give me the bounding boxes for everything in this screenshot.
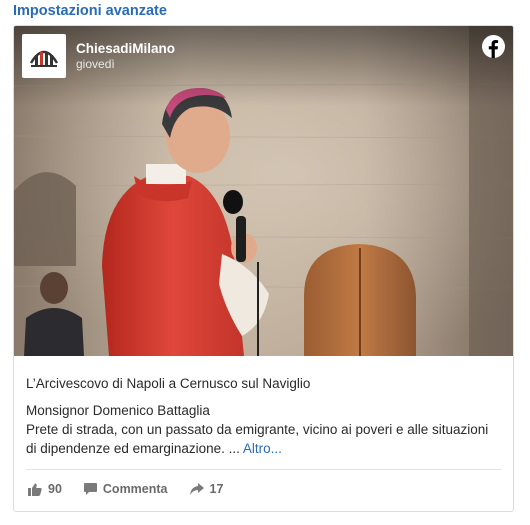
read-more-link[interactable]: Altro... xyxy=(243,441,282,456)
likes-count: 90 xyxy=(48,482,62,496)
post-page-header: ChiesadiMilano giovedì xyxy=(22,34,175,78)
share-button[interactable]: 17 xyxy=(189,482,224,496)
post-description: Prete di strada, con un passato da emigr… xyxy=(26,420,501,458)
post-actions: 90 Commenta 17 xyxy=(28,482,223,496)
facebook-icon[interactable] xyxy=(482,35,505,58)
social-post-card: ChiesadiMilano giovedì L’Arcivescovo di … xyxy=(13,25,514,512)
thumbs-up-icon xyxy=(28,483,42,496)
post-author: Monsignor Domenico Battaglia xyxy=(26,403,210,418)
advanced-settings-link[interactable]: Impostazioni avanzate xyxy=(13,3,167,19)
page-name[interactable]: ChiesadiMilano xyxy=(76,40,175,57)
comment-label: Commenta xyxy=(102,482,168,496)
action-divider xyxy=(26,469,501,470)
post-body: L’Arcivescovo di Napoli a Cernusco sul N… xyxy=(26,375,501,458)
chiesa-di-milano-logo-icon[interactable] xyxy=(22,34,66,78)
post-date[interactable]: giovedì xyxy=(76,57,175,72)
post-photo[interactable]: ChiesadiMilano giovedì xyxy=(14,26,513,356)
comment-button[interactable]: Commenta xyxy=(83,482,168,496)
shares-count: 17 xyxy=(209,482,224,496)
share-icon xyxy=(189,483,204,495)
comment-icon xyxy=(83,483,97,495)
post-headline[interactable]: L’Arcivescovo di Napoli a Cernusco sul N… xyxy=(26,375,501,393)
like-button[interactable]: 90 xyxy=(28,482,62,496)
